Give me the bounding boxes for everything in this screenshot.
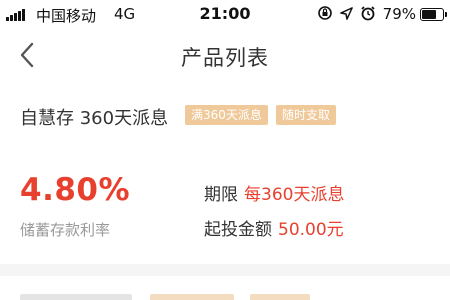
card-divider	[0, 264, 450, 276]
interest-rate: 4.80%	[20, 172, 131, 208]
nav-bar: 产品列表	[0, 28, 450, 84]
interest-rate-label: 储蓄存款利率	[20, 221, 111, 239]
term-label: 期限	[204, 185, 238, 205]
term-row: 期限 每360天派息	[204, 180, 344, 205]
orientation-lock-icon	[318, 6, 332, 20]
term-value: 每360天派息	[244, 185, 345, 205]
product-name: 自慧存 360天派息	[20, 108, 169, 129]
status-bar: 中国移动 4G 21:00 79%	[0, 0, 450, 28]
battery-percent: 79%	[382, 5, 416, 23]
min-amount-label: 起投金额	[204, 220, 272, 240]
min-amount-row: 起投金额 50.00元	[204, 215, 344, 240]
battery-icon	[420, 8, 447, 21]
product-card[interactable]: 自慧存 360天派息 满360天派息 随时支取 4.80% 储蓄存款利率 期限每…	[0, 90, 450, 264]
location-arrow-icon	[340, 6, 353, 20]
product-tag: 随时支取	[276, 105, 337, 125]
battery-level-fill	[422, 10, 436, 19]
next-product-tag	[150, 294, 234, 300]
next-product-name	[20, 294, 132, 300]
status-icons	[317, 5, 376, 21]
alarm-clock-icon	[361, 6, 375, 21]
next-product-card[interactable]	[0, 276, 450, 300]
next-product-tag	[250, 294, 310, 300]
min-amount-value: 50.00元	[278, 220, 344, 240]
page-title: 产品列表	[181, 46, 269, 70]
product-tag: 满360天派息	[185, 105, 268, 125]
product-list-screen: 中国移动 4G 21:00 79% 产品列表 自慧存 360天派息 满360天派…	[0, 0, 450, 300]
